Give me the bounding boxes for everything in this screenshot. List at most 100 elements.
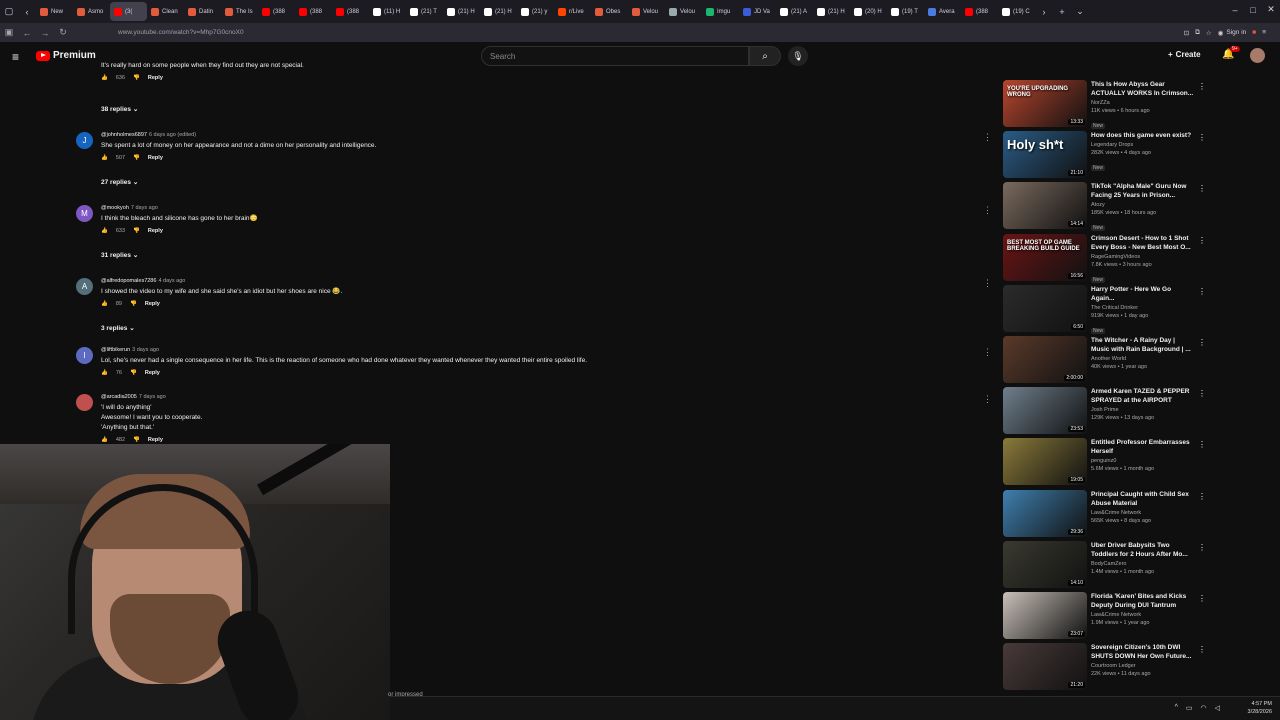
like-icon[interactable]: 👍 (101, 370, 108, 376)
channel-name[interactable]: Legendary Drops (1091, 142, 1195, 148)
browser-tab[interactable]: Clean (147, 2, 184, 21)
browser-tab[interactable]: Imgu (702, 2, 739, 21)
address-field[interactable]: www.youtube.com/watch?v=Mhp7G0cnoX0 (118, 29, 244, 36)
channel-name[interactable]: BodyCamZero (1091, 561, 1195, 567)
more-vert-icon[interactable]: ⋮ (1198, 389, 1206, 398)
comment-time[interactable]: 6 days ago (edited) (149, 132, 196, 138)
channel-name[interactable]: Law&Crime Network (1091, 612, 1195, 618)
more-vert-icon[interactable]: ⋮ (1198, 594, 1206, 603)
video-title[interactable]: How does this game even exist? (1091, 131, 1195, 140)
avatar[interactable] (1250, 48, 1265, 63)
browser-tab[interactable]: (19) C (998, 2, 1035, 21)
browser-tab[interactable]: (11) H (369, 2, 406, 21)
video-thumbnail[interactable]: 23:53 (1003, 387, 1087, 435)
tab-overflow-icon[interactable]: ⌄ (1071, 2, 1089, 21)
comment-time[interactable]: 7 days ago (139, 394, 166, 400)
reply-button[interactable]: Reply (145, 301, 160, 307)
channel-name[interactable]: The Critical Drinker (1091, 305, 1195, 311)
reply-button[interactable]: Reply (145, 370, 160, 376)
channel-name[interactable]: Law&Crime Network (1091, 510, 1195, 516)
more-vert-icon[interactable]: ⋮ (1198, 440, 1206, 449)
comment-time[interactable]: 7 days ago (131, 205, 158, 211)
channel-name[interactable]: Josh Prime (1091, 407, 1195, 413)
avatar[interactable]: J (76, 132, 93, 149)
browser-tab[interactable]: New (36, 2, 73, 21)
dislike-icon[interactable]: 👎 (130, 370, 137, 376)
channel-name[interactable]: RageGamingVideos (1091, 254, 1195, 260)
forward-icon[interactable]: → (36, 23, 54, 42)
video-thumbnail[interactable]: 19:05 (1003, 438, 1087, 486)
browser-tab[interactable]: JD Va (739, 2, 776, 21)
back-icon[interactable]: ← (18, 23, 36, 42)
video-thumbnail[interactable]: 21:20 (1003, 643, 1087, 691)
browser-tab[interactable]: (388 (295, 2, 332, 21)
more-vert-icon[interactable]: ⋮ (983, 205, 992, 216)
reload-icon[interactable]: ↻ (54, 23, 72, 42)
more-vert-icon[interactable]: ⋮ (983, 394, 992, 405)
video-thumbnail[interactable]: YOU'RE UPGRADING WRONG 13:33 (1003, 80, 1087, 127)
more-vert-icon[interactable]: ⋮ (1198, 645, 1206, 654)
dislike-icon[interactable]: 👎 (133, 437, 140, 443)
replies-toggle[interactable]: 3 replies ⌄ (101, 324, 135, 332)
hamburger-icon[interactable]: ≡ (12, 50, 19, 64)
like-icon[interactable]: 👍 (101, 228, 108, 234)
tab-list-icon[interactable]: ▢ (0, 2, 18, 21)
network-icon[interactable]: ▭ (1186, 704, 1193, 712)
video-title[interactable]: TikTok "Alpha Male" Guru Now Facing 25 Y… (1091, 182, 1195, 200)
comment-time[interactable]: 4 days ago (158, 278, 185, 284)
more-vert-icon[interactable]: ⋮ (1198, 543, 1206, 552)
avatar[interactable]: M (76, 205, 93, 222)
video-title[interactable]: Principal Caught with Child Sex Abuse Ma… (1091, 490, 1195, 508)
avatar[interactable]: A (76, 278, 93, 295)
video-title[interactable]: The Witcher - A Rainy Day | Music with R… (1091, 336, 1195, 354)
reply-button[interactable]: Reply (148, 437, 163, 443)
browser-tab[interactable]: (21) H (480, 2, 517, 21)
more-vert-icon[interactable]: ⋮ (983, 278, 992, 289)
more-vert-icon[interactable]: ⋮ (983, 347, 992, 358)
reply-button[interactable]: Reply (148, 228, 163, 234)
dislike-icon[interactable]: 👎 (133, 228, 140, 234)
more-vert-icon[interactable]: ⋮ (1198, 236, 1206, 245)
browser-tab[interactable]: Velou (665, 2, 702, 21)
dislike-icon[interactable]: 👎 (130, 301, 137, 307)
browser-tab[interactable]: (19) T (887, 2, 924, 21)
browser-tab[interactable]: Avera (924, 2, 961, 21)
video-title[interactable]: Entitled Professor Embarrasses Herself (1091, 438, 1195, 456)
video-title[interactable]: Crimson Desert - How to 1 Shot Every Bos… (1091, 234, 1195, 252)
like-icon[interactable]: 👍 (101, 75, 108, 81)
browser-tab[interactable]: (21) H (813, 2, 850, 21)
reply-button[interactable]: Reply (148, 155, 163, 161)
more-vert-icon[interactable]: ⋮ (1198, 492, 1206, 501)
video-thumbnail[interactable]: 6:50 (1003, 284, 1087, 332)
replies-toggle[interactable]: 38 replies ⌄ (101, 105, 138, 113)
comment-author[interactable]: @alfredopomales7286 (101, 278, 156, 284)
youtube-logo[interactable]: Premium (36, 50, 96, 61)
video-title[interactable]: Florida 'Karen' Bites and Kicks Deputy D… (1091, 592, 1195, 610)
menu-icon[interactable]: ≡ (1262, 29, 1266, 36)
reply-button[interactable]: Reply (148, 75, 163, 81)
extension-icon[interactable]: ■ (1252, 29, 1256, 36)
browser-tab[interactable]: (388 (961, 2, 998, 21)
browser-tab[interactable]: Datin (184, 2, 221, 21)
back-tabs-icon[interactable]: ‹ (18, 2, 36, 21)
channel-name[interactable]: Atozy (1091, 202, 1195, 208)
pip-icon[interactable]: ⧉ (1195, 29, 1200, 37)
tabs-scroll-icon[interactable]: › (1035, 2, 1053, 21)
channel-name[interactable]: penguinz0 (1091, 458, 1195, 464)
more-vert-icon[interactable]: ⋮ (983, 132, 992, 143)
video-thumbnail[interactable]: 23:07 (1003, 592, 1087, 639)
tray-chevron-icon[interactable]: ^ (1175, 704, 1178, 712)
like-icon[interactable]: 👍 (101, 437, 108, 443)
video-title[interactable]: This Is How Abyss Gear ACTUALLY WORKS In… (1091, 80, 1195, 98)
clock[interactable]: 4:57 PM 3/28/2026 (1248, 700, 1272, 716)
browser-tab[interactable]: (21) y (517, 2, 554, 21)
more-vert-icon[interactable]: ⋮ (1198, 82, 1206, 91)
more-vert-icon[interactable]: ⋮ (1198, 338, 1206, 347)
more-vert-icon[interactable]: ⋮ (1198, 287, 1206, 296)
new-tab-icon[interactable]: + (1053, 2, 1071, 21)
browser-tab[interactable]: (21) A (776, 2, 813, 21)
sidebar-toggle-icon[interactable]: ▣ (0, 23, 18, 42)
video-thumbnail[interactable]: BEST MOST OP GAME BREAKING BUILD GUIDE 16… (1003, 233, 1087, 281)
comment-author[interactable]: @johnholmes6897 (101, 132, 147, 138)
comment-author[interactable]: @mookyoh (101, 205, 129, 211)
